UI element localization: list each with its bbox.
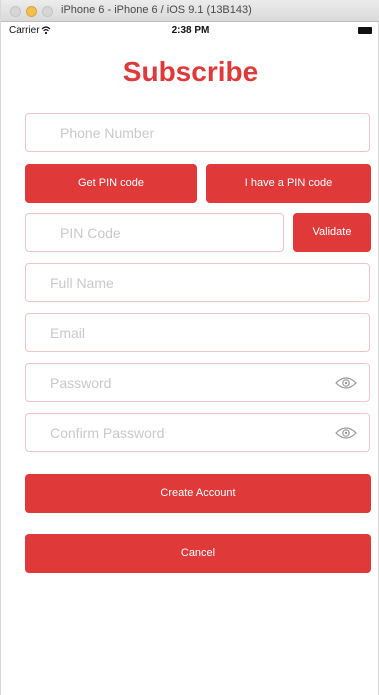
- phone-number-field[interactable]: Phone Number: [25, 113, 370, 152]
- simulator-window: iPhone 6 - iPhone 6 / iOS 9.1 (13B143) C…: [0, 0, 379, 695]
- full-name-placeholder: Full Name: [50, 275, 114, 291]
- ios-status-bar: Carrier 2:38 PM: [1, 22, 379, 40]
- pin-code-placeholder: PIN Code: [60, 225, 121, 241]
- validate-button[interactable]: Validate: [293, 213, 371, 252]
- window-minimize-button[interactable]: [26, 6, 37, 17]
- confirm-password-field[interactable]: Confirm Password: [25, 413, 370, 452]
- window-zoom-button[interactable]: [42, 6, 53, 17]
- create-account-button[interactable]: Create Account: [25, 474, 371, 513]
- confirm-password-placeholder: Confirm Password: [50, 425, 165, 441]
- password-field[interactable]: Password: [25, 363, 370, 402]
- email-placeholder: Email: [50, 325, 86, 341]
- eye-icon[interactable]: [335, 376, 357, 390]
- status-time: 2:38 PM: [171, 25, 210, 36]
- window-close-button[interactable]: [10, 6, 21, 17]
- window-titlebar: iPhone 6 - iPhone 6 / iOS 9.1 (13B143): [1, 0, 379, 22]
- password-placeholder: Password: [50, 375, 112, 391]
- pin-code-field[interactable]: PIN Code: [25, 213, 284, 252]
- email-field[interactable]: Email: [25, 313, 370, 352]
- battery-icon: [358, 27, 372, 34]
- get-pin-code-button[interactable]: Get PIN code: [25, 164, 197, 203]
- page-title: Subscribe: [122, 56, 259, 87]
- window-title: iPhone 6 - iPhone 6 / iOS 9.1 (13B143): [61, 4, 252, 16]
- have-pin-code-button[interactable]: I have a PIN code: [206, 164, 371, 203]
- full-name-field[interactable]: Full Name: [25, 263, 370, 302]
- phone-number-placeholder: Phone Number: [60, 125, 155, 141]
- cancel-button[interactable]: Cancel: [25, 534, 371, 573]
- eye-icon[interactable]: [335, 426, 357, 440]
